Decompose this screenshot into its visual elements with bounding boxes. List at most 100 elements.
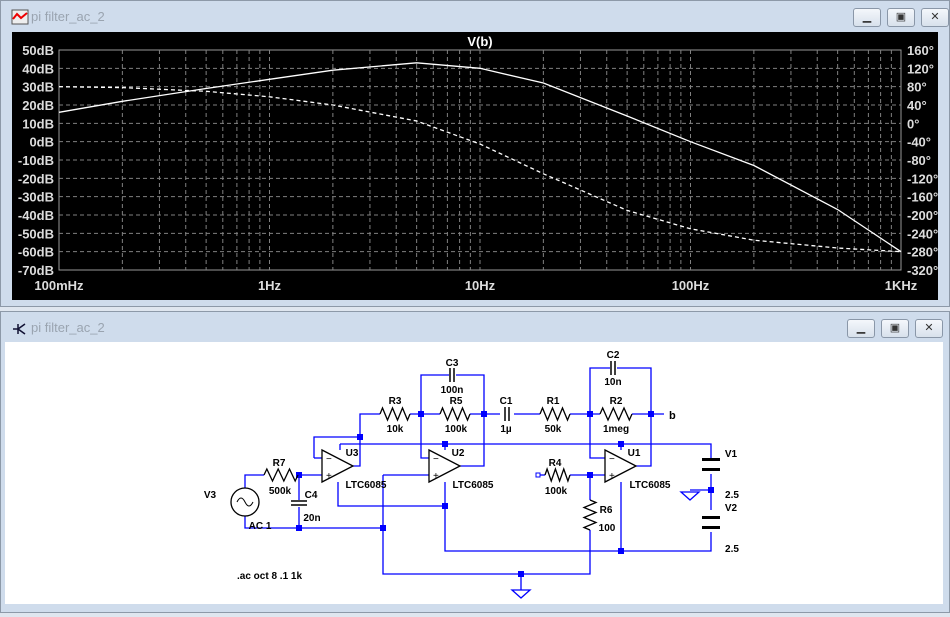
- label-r7: R7: [273, 458, 286, 469]
- minus-sign: −: [326, 454, 332, 465]
- junction: [518, 571, 524, 577]
- close-button[interactable]: ✕: [915, 319, 943, 338]
- y-tick-left: 50dB: [22, 43, 54, 58]
- label-r2: R2: [610, 396, 623, 407]
- label-c2-value: 10n: [604, 377, 621, 388]
- y-tick-right: -160°: [907, 190, 938, 205]
- resistor: [379, 406, 411, 422]
- label-r4: R4: [549, 458, 562, 469]
- junction: [708, 487, 714, 493]
- junction: [587, 472, 593, 478]
- label-v3: V3: [204, 490, 217, 501]
- y-tick-left: -10dB: [18, 153, 54, 168]
- y-tick-right: -120°: [907, 171, 938, 186]
- label-u1: U1: [628, 448, 641, 459]
- y-tick-right: -40°: [907, 135, 931, 150]
- window-title: pi filter_ac_2: [31, 9, 105, 24]
- wire: [589, 367, 610, 414]
- label-c2: C2: [607, 350, 620, 361]
- label-r1-value: 50k: [545, 424, 562, 435]
- open-terminal: [535, 472, 541, 478]
- resistor: [599, 406, 633, 422]
- y-tick-right: 80°: [907, 80, 927, 95]
- label-u2-value: LTC6085: [453, 480, 494, 491]
- net-label-b: b: [669, 410, 676, 422]
- battery-icon: [702, 526, 720, 529]
- junction: [296, 525, 302, 531]
- junction: [618, 441, 624, 447]
- label-v2-value: 2.5: [725, 544, 739, 555]
- bode-plot[interactable]: 50dB 160° 40dB 120° 30dB 80° 20dB 40° 10dB 0° 0dB -…: [12, 32, 938, 300]
- label-r5-value: 100k: [445, 424, 468, 435]
- spice-directive: .ac oct 8 .1 1k: [237, 571, 302, 582]
- label-c4: C4: [305, 490, 318, 501]
- junction: [481, 411, 487, 417]
- label-v1: V1: [725, 449, 738, 460]
- schematic-canvas[interactable]: − + − + − + V3 AC 1 R7 500k C4 20n U3 LTC6085 R3 10k C3 1…: [5, 342, 943, 604]
- junction: [357, 434, 363, 440]
- y-tick-left: 10dB: [22, 116, 54, 131]
- label-u1-value: LTC6085: [630, 480, 671, 491]
- y-tick-right: -240°: [907, 226, 938, 241]
- y-tick-left: 20dB: [22, 98, 54, 113]
- x-tick: 100Hz: [672, 278, 710, 293]
- minus-sign: −: [609, 454, 615, 465]
- label-r4-value: 100k: [545, 486, 568, 497]
- y-tick-right: -320°: [907, 263, 938, 278]
- y-tick-right: 120°: [907, 61, 934, 76]
- label-c3-value: 100n: [441, 385, 464, 396]
- y-tick-right: -200°: [907, 208, 938, 223]
- x-tick: 1KHz: [885, 278, 918, 293]
- maximize-button[interactable]: ▣: [887, 8, 915, 27]
- label-v3-value: AC 1: [249, 521, 272, 532]
- maximize-button[interactable]: ▣: [881, 319, 909, 338]
- junction: [442, 441, 448, 447]
- sine-icon: [236, 497, 254, 507]
- waveform-icon: [11, 9, 29, 25]
- resistor: [582, 499, 598, 531]
- label-u2: U2: [452, 448, 465, 459]
- label-r7-value: 500k: [269, 486, 292, 497]
- close-button[interactable]: ✕: [921, 8, 949, 27]
- label-c4-value: 20n: [303, 513, 320, 524]
- junction: [380, 525, 386, 531]
- label-r1: R1: [547, 396, 560, 407]
- resistor: [263, 467, 299, 483]
- plus-sign: +: [433, 471, 439, 482]
- junction: [418, 411, 424, 417]
- label-r3-value: 10k: [387, 424, 404, 435]
- label-r6-value: 100: [599, 523, 616, 534]
- label-r3: R3: [389, 396, 402, 407]
- resistor: [539, 406, 571, 422]
- label-u3-value: LTC6085: [346, 480, 387, 491]
- y-tick-left: -30dB: [18, 190, 54, 205]
- label-c3: C3: [446, 358, 459, 369]
- wire: [589, 414, 605, 459]
- y-tick-left: 40dB: [22, 61, 54, 76]
- resistor: [439, 406, 471, 422]
- schematic-icon: [13, 323, 26, 335]
- y-tick-left: -20dB: [18, 171, 54, 186]
- label-r5: R5: [450, 396, 463, 407]
- y-tick-left: -50dB: [18, 226, 54, 241]
- junction: [587, 411, 593, 417]
- label-r2-value: 1meg: [603, 424, 629, 435]
- plot-window: pi filter_ac_2 ▁ ▣ ✕ 50dB 160° 40dB 120° 30d…: [0, 0, 950, 307]
- label-c1-value: 1µ: [500, 424, 512, 435]
- minimize-button[interactable]: ▁: [853, 8, 881, 27]
- junction: [648, 411, 654, 417]
- x-tick: 10Hz: [465, 278, 496, 293]
- ground-icon: [679, 491, 701, 501]
- y-tick-right: 0°: [907, 116, 919, 131]
- y-tick-right: 160°: [907, 43, 934, 58]
- chart-title: V(b): [467, 34, 492, 49]
- wire: [340, 443, 712, 458]
- wire: [420, 414, 429, 459]
- junction: [442, 503, 448, 509]
- plus-sign: +: [326, 471, 332, 482]
- minimize-button[interactable]: ▁: [847, 319, 875, 338]
- label-u3: U3: [346, 448, 359, 459]
- y-tick-left: -60dB: [18, 245, 54, 260]
- battery-icon: [702, 468, 720, 471]
- junction: [618, 548, 624, 554]
